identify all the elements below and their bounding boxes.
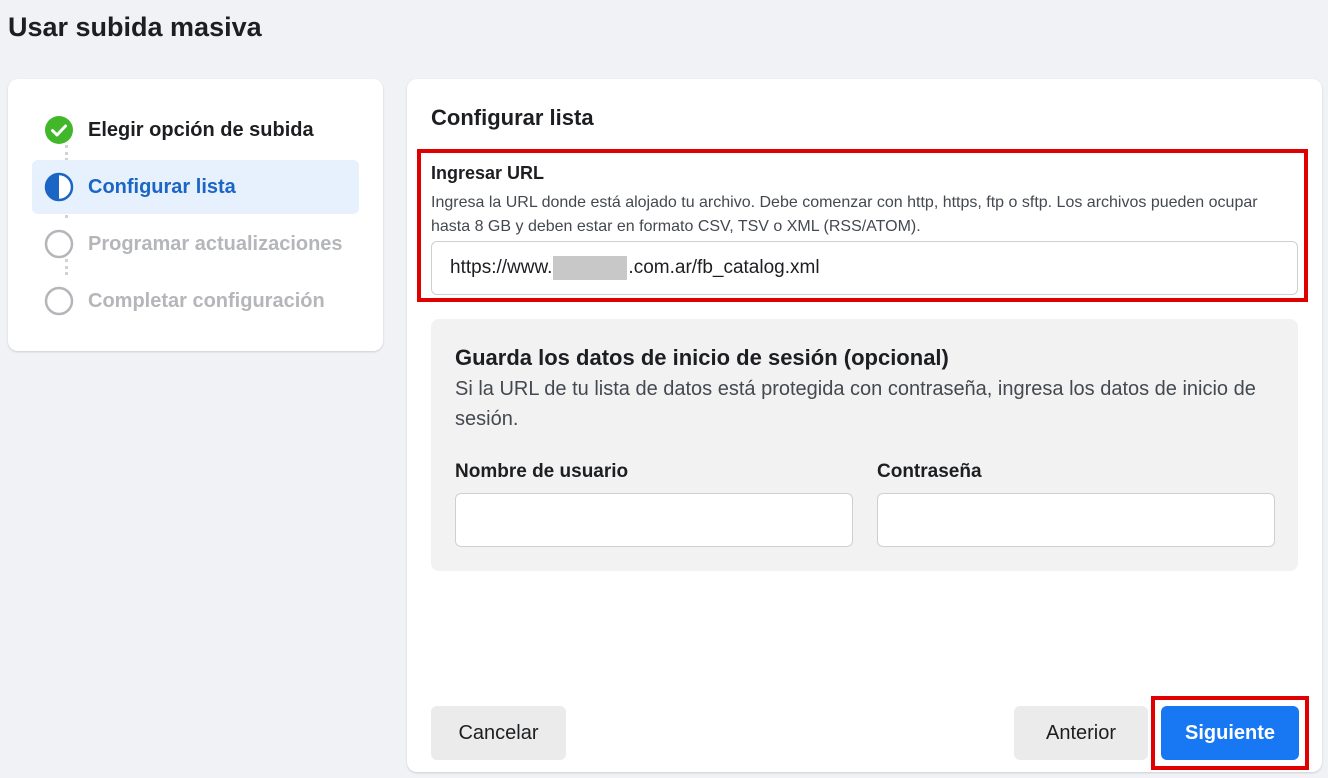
url-label: Ingresar URL [431,163,545,183]
url-prefix: https://www. [450,257,553,278]
username-input[interactable] [455,493,853,547]
half-circle-icon [44,172,74,202]
step-configurar-lista[interactable]: Configurar lista [32,160,359,214]
login-description: Si la URL de tu lista de datos está prot… [455,378,1256,430]
empty-circle-icon [44,286,74,316]
username-label: Nombre de usuario [455,461,629,482]
redacted-domain [553,256,628,280]
previous-button[interactable]: Anterior [1014,706,1148,760]
cancel-button[interactable]: Cancelar [431,706,566,760]
url-suffix: .com.ar/fb_catalog.xml [628,257,820,278]
step-label: Configurar lista [88,175,236,198]
step-elegir-opcion[interactable]: Elegir opción de subida [32,103,359,157]
url-help-text: Ingresa la URL donde está alojado tu arc… [431,194,1258,235]
page-title: Usar subida masiva [8,12,262,42]
check-circle-icon [44,115,74,145]
login-credentials-box: Guarda los datos de inicio de sesión (op… [431,319,1298,571]
section-title: Configurar lista [431,105,594,130]
step-completar-configuracion[interactable]: Completar configuración [32,274,359,328]
password-input[interactable] [877,493,1275,547]
url-input[interactable]: https://www. .com.ar/fb_catalog.xml [431,241,1298,295]
step-label: Elegir opción de subida [88,118,314,141]
login-title: Guarda los datos de inicio de sesión (op… [455,345,949,370]
password-label: Contraseña [877,461,982,482]
next-button-highlight: Siguiente [1151,696,1309,770]
step-label: Completar configuración [88,289,325,312]
empty-circle-icon [44,229,74,259]
next-button[interactable]: Siguiente [1161,706,1299,760]
url-section-highlight: Ingresar URL Ingresa la URL donde está a… [417,149,1308,302]
steps-sidebar: Elegir opción de subida Configurar lista… [8,79,383,351]
step-label: Programar actualizaciones [88,232,343,255]
configure-panel: Configurar lista Ingresar URL Ingresa la… [407,79,1322,772]
step-programar-actualizaciones[interactable]: Programar actualizaciones [32,217,359,271]
